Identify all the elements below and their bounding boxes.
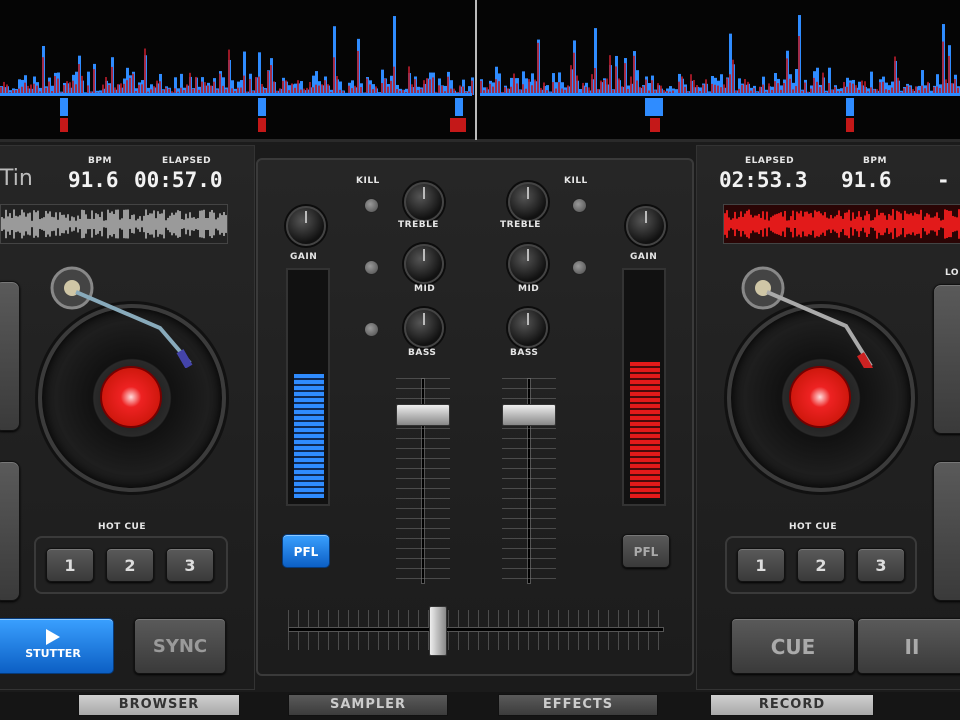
left-bass-knob[interactable] [404,308,444,348]
tab-effects[interactable]: EFFECTS [498,694,658,716]
right-bass-knob[interactable] [508,308,548,348]
deck-right-hot-cue-1[interactable]: 1 [737,548,785,582]
right-treble-label: TREBLE [500,220,541,230]
cue-markers-blue [60,98,854,116]
deck-right-elapsed-label: ELAPSED [745,156,795,166]
mixer-panel: GAIN GAIN KILL KILL TREBLE MID BASS TREB… [256,158,694,676]
right-vu-level [630,362,660,498]
deck-right-hot-cue-group: 1 2 3 [725,536,917,594]
deck-right-tonearm[interactable] [731,258,891,368]
stutter-label: STUTTER [25,647,81,660]
right-gain-label: GAIN [630,252,658,262]
waveform-overview[interactable] [0,0,960,142]
left-vu-meter [286,268,330,506]
deck-left-sync-button[interactable]: SYNC [134,618,226,674]
deck-left-hot-cue-1[interactable]: 1 [46,548,94,582]
deck-left-tonearm[interactable] [40,258,200,368]
left-bass-kill-button[interactable] [364,322,379,337]
deck-right-record-label [789,366,851,428]
tab-browser[interactable]: BROWSER [78,694,240,716]
deck-left-hot-cue-3[interactable]: 3 [166,548,214,582]
right-fader-cap[interactable] [502,404,556,426]
left-treble-knob[interactable] [404,182,444,222]
tab-record[interactable]: RECORD [710,694,874,716]
deck-right-hot-cue-label: HOT CUE [789,522,838,532]
deck-left-title: Tin [0,166,33,191]
left-treble-kill-button[interactable] [364,198,379,213]
deck-right-pause-button[interactable]: II [857,618,960,674]
left-mid-label: MID [414,284,436,294]
deck-right-side-control-2[interactable] [933,461,960,601]
deck-right-mini-waveform[interactable] [723,204,960,244]
right-treble-kill-button[interactable] [572,198,587,213]
waveform-svg [0,0,960,140]
deck-left-hot-cue-label: HOT CUE [98,522,147,532]
left-pfl-button[interactable]: PFL [282,534,330,568]
deck-left-elapsed-label: ELAPSED [162,156,212,166]
deck-left-bpm-value: 91.6 [68,168,119,192]
deck-right-hot-cue-2[interactable]: 2 [797,548,845,582]
deck-left: Tin BPM 91.6 ELAPSED 00:57.0 HOT CUE 1 2… [0,145,255,690]
left-vu-level [294,373,324,498]
deck-right-bpm-value: 91.6 [841,168,892,192]
deck-left-hot-cue-2[interactable]: 2 [106,548,154,582]
right-gain-knob[interactable] [626,206,666,246]
left-gain-label: GAIN [290,252,318,262]
right-mid-kill-button[interactable] [572,260,587,275]
tab-sampler[interactable]: SAMPLER [288,694,448,716]
left-kill-label: KILL [356,176,380,186]
right-treble-knob[interactable] [508,182,548,222]
deck-left-stutter-button[interactable]: STUTTER [0,618,114,674]
right-mid-knob[interactable] [508,244,548,284]
deck-right-hot-cue-3[interactable]: 3 [857,548,905,582]
deck-right-cue-button[interactable]: CUE [731,618,855,674]
left-bass-label: BASS [408,348,437,358]
crossfader[interactable] [288,600,664,660]
deck-right-bpm-label: BPM [863,156,887,166]
right-channel-fader[interactable] [494,378,564,584]
deck-left-mini-waveform[interactable] [0,204,228,244]
left-mid-kill-button[interactable] [364,260,379,275]
play-icon [46,629,60,645]
crossfader-cap[interactable] [429,606,448,656]
deck-right-edge-label: LO [945,268,960,278]
deck-left-elapsed-value: 00:57.0 [134,168,223,192]
left-treble-label: TREBLE [398,220,439,230]
deck-left-side-control-1[interactable] [0,281,20,431]
left-channel-fader[interactable] [388,378,458,584]
cue-markers-red [60,118,854,132]
deck-left-bpm-label: BPM [88,156,112,166]
left-fader-cap[interactable] [396,404,450,426]
right-bass-label: BASS [510,348,539,358]
right-kill-label: KILL [564,176,588,186]
deck-right-edge-fragment: - [937,168,950,192]
deck-left-side-control-2[interactable] [0,461,20,601]
deck-left-hot-cue-group: 1 2 3 [34,536,228,594]
right-pfl-button[interactable]: PFL [622,534,670,568]
deck-right: ELAPSED 02:53.3 BPM 91.6 - LO HOT CUE 1 … [696,145,960,690]
deck-right-elapsed-value: 02:53.3 [719,168,808,192]
right-vu-meter [622,268,666,506]
left-mid-knob[interactable] [404,244,444,284]
deck-left-record-label [100,366,162,428]
left-gain-knob[interactable] [286,206,326,246]
right-mid-label: MID [518,284,540,294]
bottom-tab-bar: BROWSER SAMPLER EFFECTS RECORD [0,692,960,720]
deck-right-side-control-1[interactable] [933,284,960,434]
